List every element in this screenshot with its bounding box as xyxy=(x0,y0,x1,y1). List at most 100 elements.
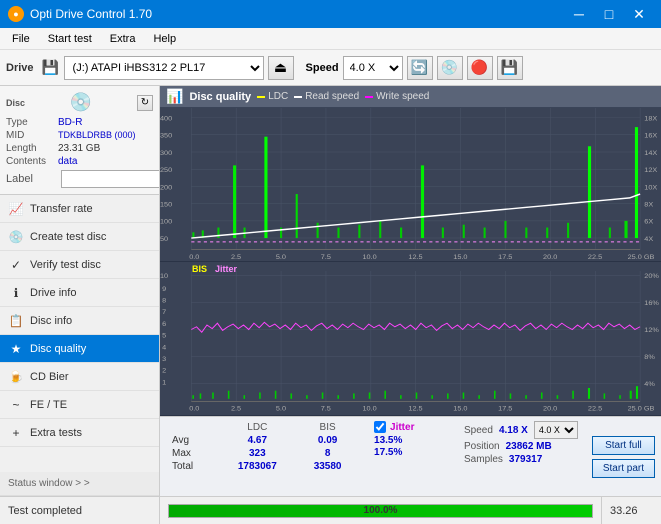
refresh-button[interactable]: 🔄 xyxy=(407,56,433,80)
svg-text:17.5: 17.5 xyxy=(498,254,512,261)
menu-start-test[interactable]: Start test xyxy=(40,28,100,50)
save-button[interactable]: 💾 xyxy=(497,56,523,80)
sidebar-item-create-test-disc[interactable]: 💿 Create test disc xyxy=(0,223,159,251)
svg-text:7: 7 xyxy=(162,310,166,316)
svg-text:6X: 6X xyxy=(644,219,653,226)
chart-title: Disc quality xyxy=(189,91,251,103)
speed-select[interactable]: 4.0 X xyxy=(534,421,578,439)
length-label: Length xyxy=(6,143,58,154)
status-window-label: Status window > > xyxy=(8,478,90,489)
sidebar-item-cd-bier[interactable]: 🍺 CD Bier xyxy=(0,363,159,391)
disc-button[interactable]: 💿 xyxy=(437,56,463,80)
bis-label: BIS xyxy=(192,264,207,274)
title-bar-controls: ─ □ ✕ xyxy=(565,0,653,28)
svg-text:300: 300 xyxy=(160,150,172,157)
menu-help[interactable]: Help xyxy=(145,28,184,50)
minimize-button[interactable]: ─ xyxy=(565,0,593,28)
burn-button[interactable]: 🔴 xyxy=(467,56,493,80)
label-input[interactable] xyxy=(61,170,160,188)
ldc-header: LDC xyxy=(217,421,297,434)
jitter-avg-row: 13.5% xyxy=(374,435,448,446)
svg-text:5.0: 5.0 xyxy=(276,406,286,412)
sidebar-item-disc-info[interactable]: 📋 Disc info xyxy=(0,307,159,335)
mid-label: MID xyxy=(6,130,58,141)
write-speed-legend-label: Write speed xyxy=(376,91,429,102)
sidebar-item-disc-quality[interactable]: ★ Disc quality xyxy=(0,335,159,363)
sidebar-item-fe-te[interactable]: ~ FE / TE xyxy=(0,391,159,419)
bis-chart: BIS Jitter xyxy=(160,262,661,416)
samples-row: Samples 379317 xyxy=(464,454,578,465)
speed-stats: Speed 4.18 X 4.0 X Position 23862 MB Sam… xyxy=(456,417,586,496)
contents-value: data xyxy=(58,156,77,167)
sidebar-item-verify-test-disc[interactable]: ✓ Verify test disc xyxy=(0,251,159,279)
disc-quality-label: Disc quality xyxy=(30,343,86,355)
app-icon: ● xyxy=(8,6,24,22)
sidebar-item-drive-info[interactable]: ℹ Drive info xyxy=(0,279,159,307)
stats-table: LDC BIS Avg 4.67 0.09 Max 323 xyxy=(168,421,358,473)
read-speed-legend-dot xyxy=(294,96,302,98)
progress-container: 100.0% xyxy=(160,497,601,524)
speed-selector[interactable]: 4.0 X xyxy=(343,56,403,80)
menu-extra[interactable]: Extra xyxy=(102,28,144,50)
sidebar-item-transfer-rate[interactable]: 📈 Transfer rate xyxy=(0,195,159,223)
ldc-bis-stats: LDC BIS Avg 4.67 0.09 Max 323 xyxy=(160,417,366,496)
svg-text:1: 1 xyxy=(162,380,166,386)
start-part-button[interactable]: Start part xyxy=(592,459,655,478)
label-label: Label xyxy=(6,173,58,185)
disc-icon: 💿 xyxy=(70,92,92,113)
svg-text:9: 9 xyxy=(162,286,166,292)
transfer-rate-label: Transfer rate xyxy=(30,203,93,215)
svg-text:0.0: 0.0 xyxy=(189,254,199,261)
svg-text:100: 100 xyxy=(160,219,172,226)
svg-text:5: 5 xyxy=(162,333,166,339)
svg-text:7.5: 7.5 xyxy=(321,406,331,412)
svg-text:12X: 12X xyxy=(644,167,657,174)
jitter-checkbox[interactable] xyxy=(374,421,386,433)
type-label: Type xyxy=(6,117,58,128)
legend-read-speed: Read speed xyxy=(294,91,359,102)
sidebar-spacer xyxy=(0,447,159,472)
stats-bar: LDC BIS Avg 4.67 0.09 Max 323 xyxy=(160,416,661,496)
extra-tests-label: Extra tests xyxy=(30,427,82,439)
read-speed-legend-label: Read speed xyxy=(305,91,359,102)
drive-selector[interactable]: (J:) ATAPI iHBS312 2 PL17 xyxy=(64,56,264,80)
ldc-chart: 18X 16X 14X 12X 10X 8X 6X 4X 400 350 300… xyxy=(160,108,661,262)
bis-header: BIS xyxy=(297,421,358,434)
svg-text:6: 6 xyxy=(162,321,166,327)
speed-key: Speed xyxy=(464,425,493,436)
svg-text:0.0: 0.0 xyxy=(189,406,199,412)
samples-key: Samples xyxy=(464,454,503,465)
drive-icon: 💾 xyxy=(42,59,60,77)
label-row: Label 🔍 xyxy=(6,170,153,188)
max-bis: 8 xyxy=(297,447,358,460)
extra-tests-icon: + xyxy=(8,425,24,441)
svg-text:12.5: 12.5 xyxy=(408,406,422,412)
svg-text:5.0: 5.0 xyxy=(276,254,286,261)
app-title: Opti Drive Control 1.70 xyxy=(30,7,152,21)
disc-header-label: Disc xyxy=(6,98,25,108)
title-bar-left: ● Opti Drive Control 1.70 xyxy=(8,6,152,22)
drive-info-icon: ℹ xyxy=(8,285,24,301)
create-disc-icon: 💿 xyxy=(8,229,24,245)
disc-refresh-btn[interactable]: ↻ xyxy=(137,95,153,111)
close-button[interactable]: ✕ xyxy=(625,0,653,28)
svg-text:8: 8 xyxy=(162,298,166,304)
svg-text:16%: 16% xyxy=(644,301,659,307)
svg-text:8X: 8X xyxy=(644,202,653,209)
svg-text:2: 2 xyxy=(162,368,166,374)
eject-button[interactable]: ⏏ xyxy=(268,56,294,80)
jitter-label-text: Jitter xyxy=(390,422,414,433)
menu-file[interactable]: File xyxy=(4,28,38,50)
sidebar-item-extra-tests[interactable]: + Extra tests xyxy=(0,419,159,447)
maximize-button[interactable]: □ xyxy=(595,0,623,28)
transfer-rate-icon: 📈 xyxy=(8,201,24,217)
avg-label: Avg xyxy=(168,434,217,447)
jitter-stats: Jitter 13.5% 17.5% xyxy=(366,417,456,496)
status-window-btn[interactable]: Status window > > xyxy=(0,472,159,496)
start-full-button[interactable]: Start full xyxy=(592,436,655,455)
svg-text:10.0: 10.0 xyxy=(362,406,376,412)
status-text: Test completed xyxy=(0,497,160,524)
sidebar: Disc 💿 ↻ Type BD-R MID TDKBLDRBB (000) L… xyxy=(0,86,160,496)
create-disc-label: Create test disc xyxy=(30,231,106,243)
svg-text:10: 10 xyxy=(160,274,168,280)
